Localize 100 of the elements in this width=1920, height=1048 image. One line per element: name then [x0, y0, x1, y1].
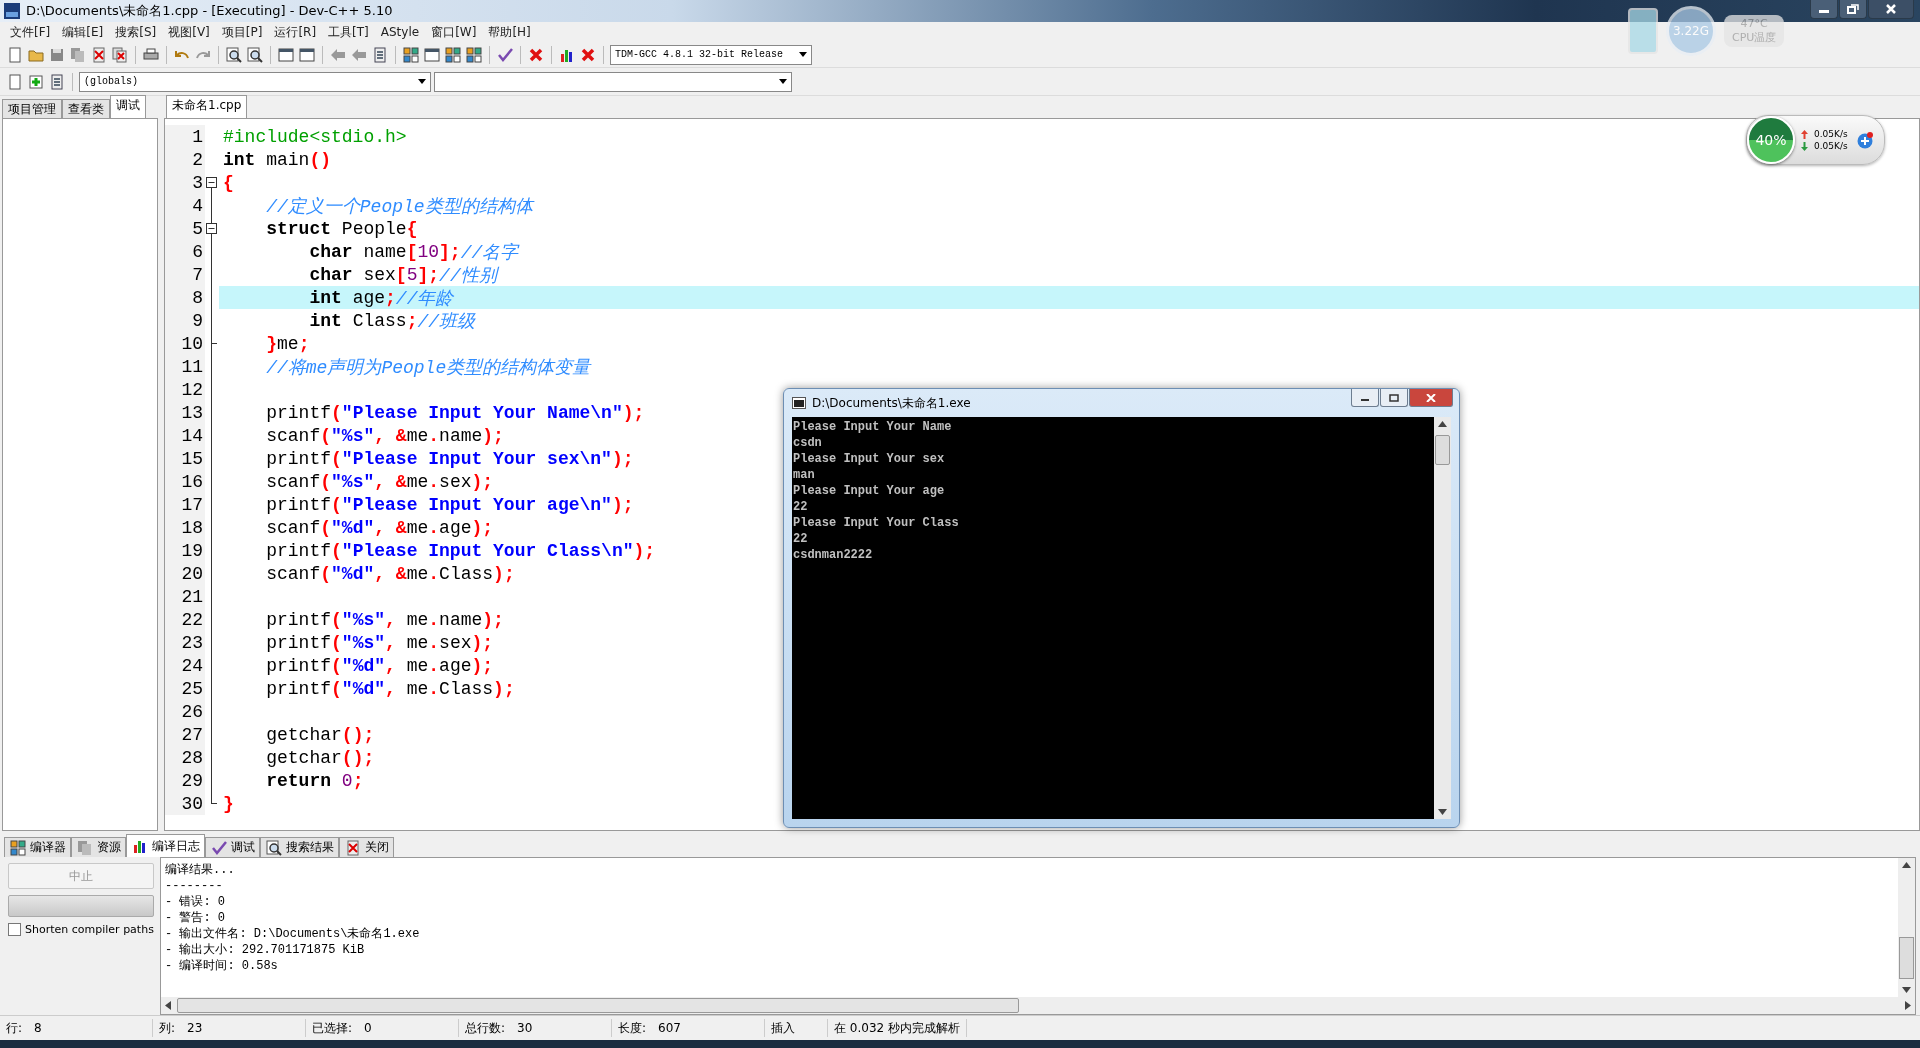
- horizontal-scrollbar[interactable]: [161, 997, 1915, 1014]
- grid-icon[interactable]: [402, 45, 420, 64]
- scroll-thumb[interactable]: [1435, 435, 1450, 465]
- page-icon[interactable]: [6, 45, 24, 64]
- status-value: 23: [187, 1021, 203, 1035]
- scroll-down-icon[interactable]: [1902, 987, 1911, 993]
- dropdown-caret-icon[interactable]: [779, 79, 787, 84]
- line-number: 12: [165, 378, 205, 401]
- vertical-scrollbar[interactable]: [1434, 417, 1451, 819]
- close-button[interactable]: [1868, 0, 1914, 19]
- menu-item[interactable]: 窗口[W]: [425, 23, 483, 41]
- window-icon[interactable]: [298, 45, 316, 64]
- dropdown-caret-icon[interactable]: [418, 79, 426, 84]
- panel-tab[interactable]: 项目管理: [2, 99, 62, 118]
- line-number: 1: [165, 125, 205, 148]
- compiler-dropdown[interactable]: TDM-GCC 4.8.1 32-bit Release: [610, 44, 812, 65]
- code-line: printf("Please Input Your sex\n");: [265, 447, 634, 470]
- magnifier-icon[interactable]: [246, 45, 264, 64]
- grid-icon[interactable]: [9, 838, 27, 857]
- status-value: 在 0.032 秒内完成解析: [834, 1019, 960, 1037]
- code-line: struct People{: [265, 217, 418, 240]
- code-line: }me;: [265, 332, 310, 355]
- magnifier-icon[interactable]: [265, 838, 283, 857]
- menu-item[interactable]: 文件[F]: [4, 23, 57, 41]
- status-value: 607: [658, 1021, 681, 1035]
- menu-item[interactable]: 工具[T]: [322, 23, 375, 41]
- menu-item[interactable]: 运行[R]: [268, 23, 323, 41]
- menu-item[interactable]: 搜索[S]: [109, 23, 163, 41]
- line-number: 2: [165, 148, 205, 171]
- line-number: 24: [165, 654, 205, 677]
- line-number: 10: [165, 332, 205, 355]
- list-icon[interactable]: [48, 72, 66, 91]
- maximize-button[interactable]: [1380, 389, 1408, 407]
- line-number: 22: [165, 608, 205, 631]
- grid-icon[interactable]: [465, 45, 483, 64]
- panel-tab[interactable]: 编译器: [4, 837, 71, 857]
- status-value: 30: [517, 1021, 533, 1035]
- minimize-button[interactable]: [1810, 0, 1838, 19]
- scroll-up-icon[interactable]: [1438, 421, 1447, 427]
- code-line: scanf("%d", &me.age);: [265, 516, 494, 539]
- cross-page-icon[interactable]: [344, 838, 362, 857]
- scroll-up-icon[interactable]: [1902, 862, 1911, 868]
- status-label: 长度:: [618, 1019, 647, 1037]
- code-line: scanf("%s", &me.sex);: [265, 470, 494, 493]
- checkbox[interactable]: [8, 923, 21, 936]
- line-number: 11: [165, 355, 205, 378]
- panel-tab[interactable]: 关闭: [339, 837, 394, 857]
- menu-item[interactable]: 帮助[H]: [482, 23, 537, 41]
- list-icon[interactable]: [371, 45, 389, 64]
- panel-tab[interactable]: 调试: [205, 837, 260, 857]
- scroll-thumb[interactable]: [1899, 936, 1914, 979]
- add-icon[interactable]: [1855, 131, 1874, 149]
- restore-button[interactable]: [1839, 0, 1867, 19]
- code-line: }: [223, 792, 234, 815]
- panel-tab[interactable]: 资源: [71, 837, 126, 857]
- line-number: 26: [165, 700, 205, 723]
- code-line: return 0;: [265, 769, 364, 792]
- fold-icon[interactable]: [206, 177, 217, 188]
- grid-icon[interactable]: [444, 45, 462, 64]
- menu-item[interactable]: 项目[P]: [215, 23, 269, 41]
- page-icon[interactable]: [6, 72, 24, 91]
- code-line: char name[10];//名字: [308, 240, 519, 263]
- scroll-thumb[interactable]: [177, 998, 1019, 1013]
- code-line: int age;//年龄: [308, 286, 454, 309]
- panel-tab[interactable]: 编译日志: [126, 834, 205, 857]
- panel-tab[interactable]: 调试: [110, 95, 146, 118]
- line-number: 15: [165, 447, 205, 470]
- line-number: 14: [165, 424, 205, 447]
- vertical-scrollbar[interactable]: [1898, 858, 1915, 997]
- menu-item[interactable]: 编辑[E]: [56, 23, 110, 41]
- code-line: //定义一个People类型的结构体: [265, 195, 533, 217]
- log-line: - 输出文件名: D:\Documents\未命名1.exe: [165, 926, 421, 942]
- window-icon[interactable]: [277, 45, 295, 64]
- panel-tab[interactable]: 查看类: [62, 99, 110, 118]
- panel-tab[interactable]: 搜索结果: [260, 837, 339, 857]
- line-number: 9: [165, 309, 205, 332]
- close-icon: [1426, 393, 1436, 402]
- log-line: - 输出大小: 292.701171875 KiB: [165, 942, 366, 958]
- code-line: char sex[5];//性别: [308, 263, 497, 286]
- code-line: scanf("%s", &me.name);: [265, 424, 504, 447]
- file-tab[interactable]: 未命名1.cpp: [166, 95, 248, 118]
- code-line: getchar();: [265, 746, 375, 769]
- scope-dropdown[interactable]: (globals): [79, 71, 431, 92]
- fold-icon[interactable]: [206, 223, 217, 234]
- scroll-down-icon[interactable]: [1438, 809, 1447, 815]
- console-line: Please Input Your age: [793, 483, 945, 499]
- window-icon[interactable]: [423, 45, 441, 64]
- menu-item[interactable]: 视图[V]: [162, 23, 216, 41]
- menu-item[interactable]: AStyle: [374, 25, 426, 39]
- code-line: int main(): [223, 148, 332, 171]
- minimize-button[interactable]: [1351, 389, 1379, 407]
- scroll-right-icon[interactable]: [1905, 1001, 1911, 1010]
- line-number: 17: [165, 493, 205, 516]
- console-line: Please Input Your sex: [793, 451, 945, 467]
- scroll-left-icon[interactable]: [165, 1001, 171, 1010]
- add-icon[interactable]: [27, 72, 45, 91]
- magnifier-icon[interactable]: [225, 45, 243, 64]
- cross-page-icon[interactable]: [90, 45, 108, 64]
- cross-pages-icon[interactable]: [111, 45, 129, 64]
- dropdown-caret-icon[interactable]: [799, 52, 807, 57]
